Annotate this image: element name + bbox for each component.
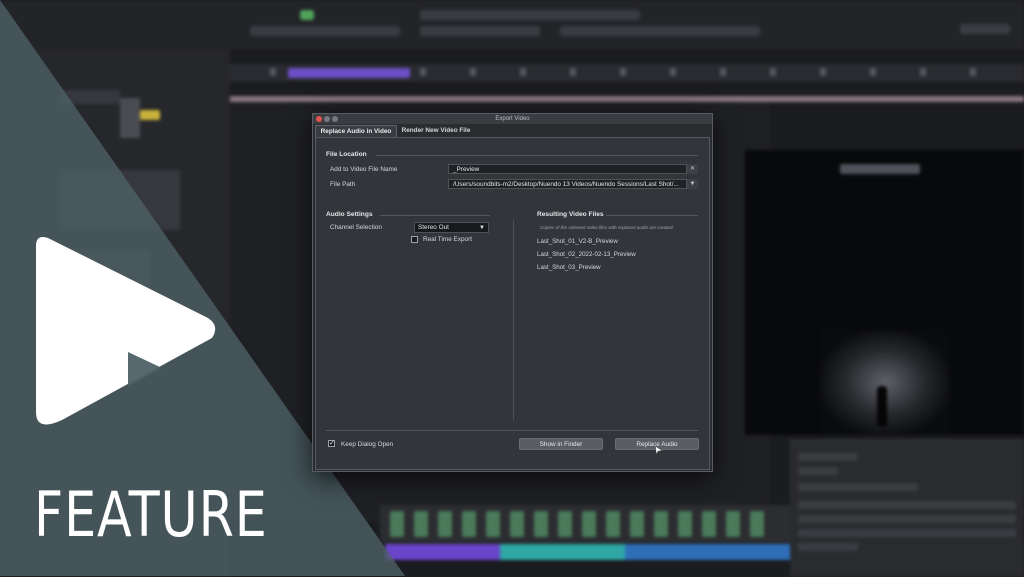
add-name-input[interactable]: _Preview (448, 164, 698, 174)
keep-dialog-open-label: Keep Dialog Open (341, 441, 394, 448)
footer-divider (326, 430, 698, 431)
result-file-item: Last_Shot_02_2022-02-13_Preview (537, 251, 636, 258)
channel-selection-value: Stereo Out (418, 224, 449, 231)
add-name-label: Add to Video File Name (330, 166, 398, 173)
daw-clip (625, 544, 790, 560)
daw-clip (500, 544, 625, 560)
divider (376, 155, 698, 156)
resulting-files-heading: Resulting Video Files (537, 211, 604, 218)
audio-settings-heading: Audio Settings (326, 211, 373, 218)
file-path-field[interactable]: /Users/soundbits-m2/Desktop/Nuendo 13 Vi… (448, 179, 698, 189)
result-file-item: Last_Shot_01_V2-B_Preview (537, 238, 618, 245)
daw-mixer (380, 505, 790, 543)
chevron-down-icon[interactable]: ▼ (686, 179, 698, 189)
daw-side-panel (790, 440, 1024, 577)
file-location-heading: File Location (326, 151, 367, 158)
daw-clip (385, 544, 500, 560)
keep-dialog-open-checkbox[interactable]: ✓ (328, 440, 335, 447)
video-title-graphic (840, 164, 920, 174)
dialog-titlebar: Export Video (313, 114, 712, 124)
show-in-finder-button[interactable]: Show in Finder (519, 438, 603, 450)
feature-label: FEATURE (34, 478, 268, 551)
divider (606, 215, 698, 216)
real-time-export-checkbox[interactable] (411, 236, 418, 243)
result-file-item: Last_Shot_03_Preview (537, 264, 601, 271)
chevron-down-icon: ▼ (479, 225, 485, 231)
resulting-files-note: Copies of the selected video files with … (540, 225, 674, 230)
tab-render-new-video[interactable]: Render New Video File (398, 125, 474, 137)
daw-clip (288, 68, 410, 78)
clear-icon[interactable]: ✕ (686, 164, 698, 174)
dialog-title: Export Video (495, 116, 530, 122)
export-video-dialog: Export Video Replace Audio in Video Rend… (312, 113, 713, 472)
channel-selection-dropdown[interactable]: Stereo Out ▼ (414, 222, 489, 233)
column-divider (513, 220, 514, 420)
divider (380, 215, 490, 216)
channel-selection-label: Channel Selection (330, 224, 382, 231)
daw-toolbar (0, 0, 1024, 51)
tab-panel: File Location Add to Video File Name _Pr… (315, 137, 710, 470)
real-time-export-label: Real Time Export (423, 236, 473, 243)
file-path-label: File Path (330, 181, 356, 188)
video-figure (877, 386, 887, 426)
